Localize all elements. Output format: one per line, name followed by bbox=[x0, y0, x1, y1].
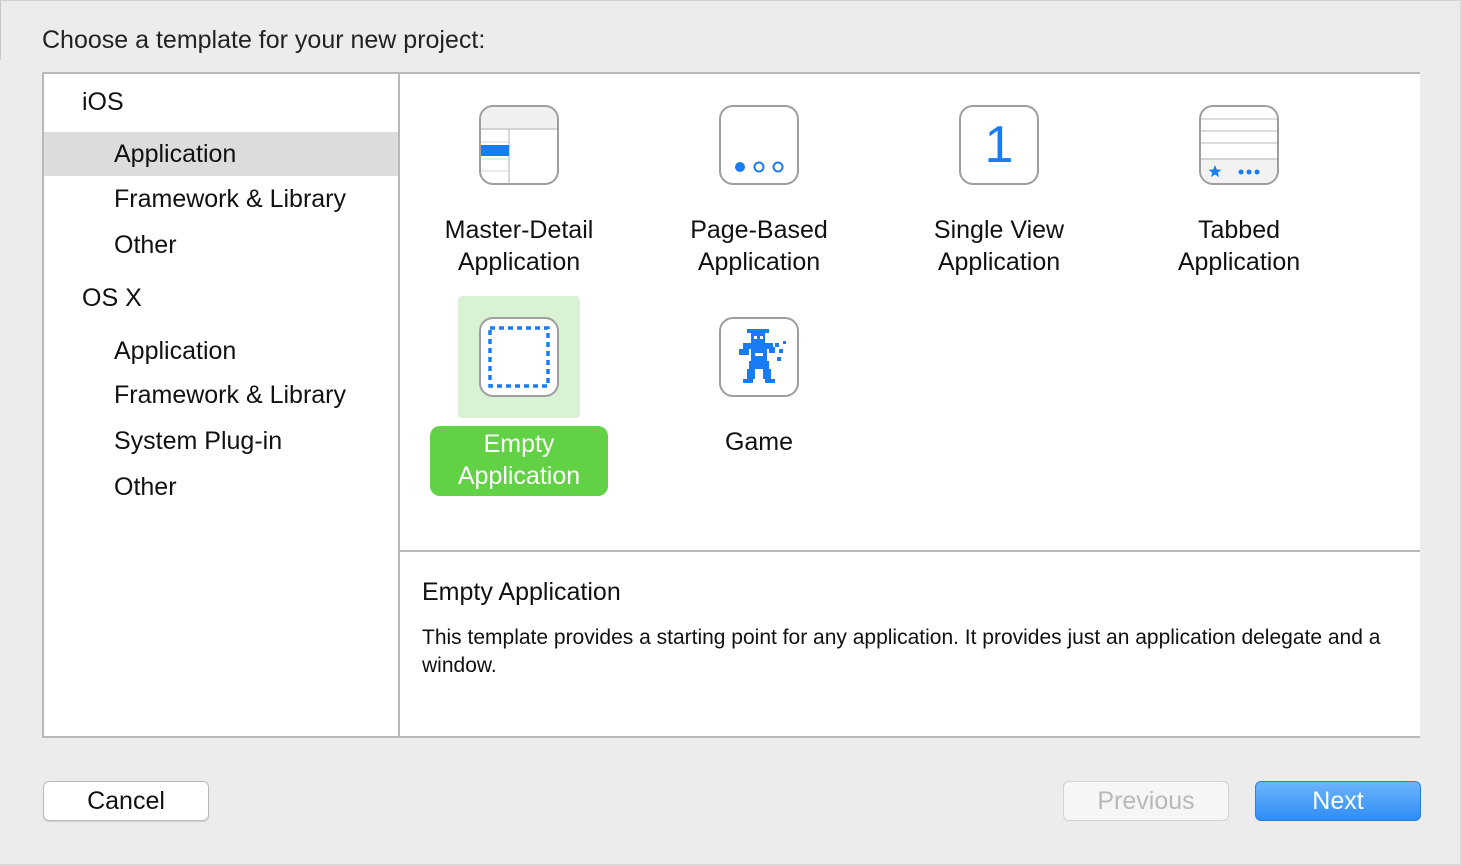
page-based-icon bbox=[719, 105, 799, 185]
category-osx-application[interactable]: Application bbox=[44, 329, 398, 373]
category-osx-other[interactable]: Other bbox=[44, 465, 398, 509]
template-description: Empty Application This template provides… bbox=[400, 552, 1420, 736]
template-label-line2: Application bbox=[697, 248, 821, 276]
template-label-line1: Single View bbox=[933, 216, 1065, 244]
template-chooser-panel: iOS Application Framework & Library Othe… bbox=[42, 72, 1420, 738]
dialog-prompt: Choose a template for your new project: bbox=[42, 26, 486, 54]
template-label-line2: Application bbox=[457, 462, 581, 490]
empty-application-icon bbox=[479, 317, 559, 397]
game-icon bbox=[719, 317, 799, 397]
description-title: Empty Application bbox=[422, 578, 621, 606]
category-osx-system-plugin[interactable]: System Plug-in bbox=[44, 419, 398, 463]
template-label-line1: Tabbed bbox=[1197, 216, 1281, 244]
next-button[interactable]: Next bbox=[1255, 781, 1421, 821]
description-text: This template provides a starting point … bbox=[422, 626, 1381, 677]
window-left-border bbox=[0, 0, 1, 60]
single-view-icon: 1 bbox=[959, 105, 1039, 185]
template-label-line1: Page-Based bbox=[690, 216, 828, 244]
category-header-osx: OS X bbox=[82, 284, 142, 312]
master-detail-icon bbox=[479, 105, 559, 185]
window-top-border bbox=[0, 0, 1462, 1]
category-sidebar: iOS Application Framework & Library Othe… bbox=[44, 74, 400, 736]
category-ios-application[interactable]: Application bbox=[44, 132, 398, 176]
category-header-ios: iOS bbox=[82, 88, 124, 116]
template-label-line2: Application bbox=[457, 248, 581, 276]
template-label-line2: Application bbox=[937, 248, 1061, 276]
previous-button[interactable]: Previous bbox=[1063, 781, 1229, 821]
template-grid: Master-Detail Application Page-Based App… bbox=[400, 74, 1420, 552]
category-ios-other[interactable]: Other bbox=[44, 223, 398, 267]
template-label-line2: Application bbox=[1177, 248, 1301, 276]
template-label-line1: Master-Detail bbox=[444, 216, 594, 244]
cancel-button[interactable]: Cancel bbox=[43, 781, 209, 821]
tabbed-icon bbox=[1199, 105, 1279, 185]
template-label-line1: Game bbox=[724, 428, 794, 456]
template-label-line1: Empty bbox=[483, 430, 555, 458]
single-view-glyph: 1 bbox=[984, 116, 1014, 174]
category-osx-framework-library[interactable]: Framework & Library bbox=[44, 373, 398, 417]
category-ios-framework-library[interactable]: Framework & Library bbox=[44, 177, 398, 221]
